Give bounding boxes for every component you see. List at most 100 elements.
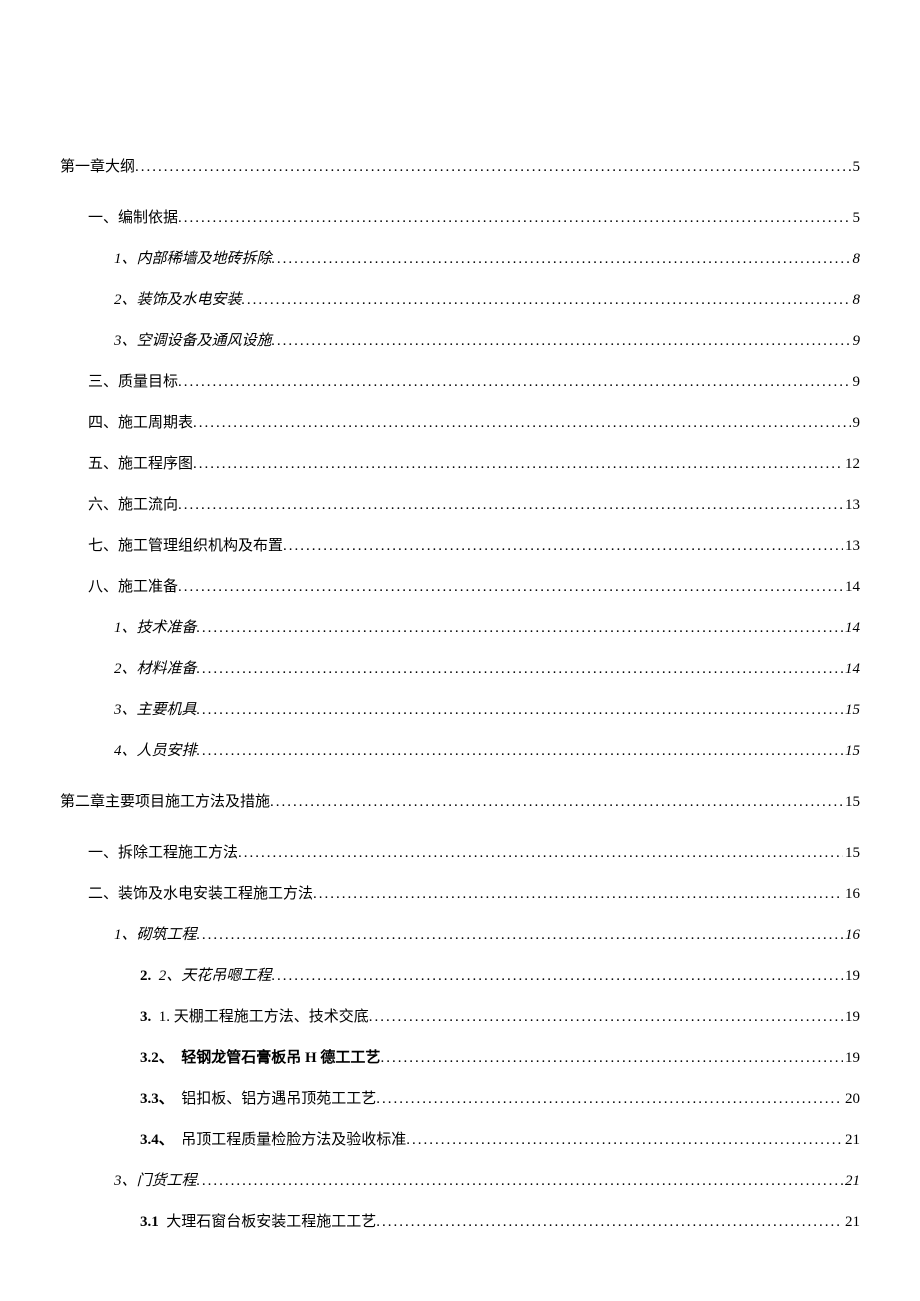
toc-entry: 2、装饰及水电安装8: [114, 293, 860, 308]
toc-dot-leader: [197, 1174, 843, 1189]
toc-entry-label: 二、装饰及水电安装工程施工方法: [88, 887, 313, 902]
toc-entry: 3.3、 铝扣板、铝方遇吊顶苑工工艺 20: [140, 1092, 860, 1107]
toc-entry-label: 第二章主要项目施工方法及措施: [60, 795, 270, 810]
toc-dot-leader: [283, 539, 843, 554]
toc-entry-page: 13: [843, 498, 860, 513]
toc-entry-text: 吊顶工程质量检脸方法及验收标准: [181, 1132, 406, 1148]
toc-entry: 四、施工周期表9: [88, 416, 860, 431]
toc-entry-page: 20: [843, 1092, 860, 1107]
toc-entry-label: 3、空调设备及通风设施: [114, 334, 272, 349]
toc-entry-label: 3、门货工程: [114, 1174, 197, 1189]
toc-entry: 五、施工程序图 12: [88, 457, 860, 472]
toc-dot-leader: [272, 252, 851, 267]
toc-dot-leader: [313, 887, 843, 902]
toc-dot-leader: [376, 1092, 843, 1107]
toc-entry-page: 21: [843, 1133, 860, 1148]
toc-entry-label: 3.1 大理石窗台板安装工程施工工艺: [140, 1215, 376, 1230]
toc-dot-leader: [178, 498, 843, 513]
toc-dot-leader: [197, 703, 843, 718]
toc-dot-leader: [242, 293, 851, 308]
toc-entry: 1、砌筑工程16: [114, 928, 860, 943]
toc-entry-number: 3.4、: [140, 1132, 174, 1148]
toc-entry: 1、内部稀墙及地砖拆除 8: [114, 252, 860, 267]
toc-entry-label: 2、材料准备: [114, 662, 197, 677]
toc-entry-page: 14: [843, 621, 860, 636]
toc-dot-leader: [197, 662, 843, 677]
toc-entry-number: 3.2、: [140, 1050, 174, 1066]
toc-entry-page: 19: [843, 969, 860, 984]
toc-entry-label: 3. 1. 天棚工程施工方法、技术交底: [140, 1010, 369, 1025]
toc-dot-leader: [178, 375, 850, 390]
toc-dot-leader: [178, 211, 850, 226]
toc-entry-number: 2.: [140, 968, 151, 984]
table-of-contents: 第一章大纲 5 一、编制依据 5 1、内部稀墙及地砖拆除 8 2、装饰及水电安装8 3、空调设…: [60, 160, 860, 1230]
toc-entry-label: 3.4、 吊顶工程质量检脸方法及验收标准: [140, 1133, 406, 1148]
toc-dot-leader: [406, 1133, 843, 1148]
toc-entry-page: 21: [843, 1174, 860, 1189]
toc-entry: 3、主要机具15: [114, 703, 860, 718]
toc-entry-page: 9: [851, 375, 861, 390]
toc-entry-text: 铝扣板、铝方遇吊顶苑工工艺: [181, 1091, 376, 1107]
toc-entry-label: 第一章大纲: [60, 160, 135, 175]
toc-entry-page: 14: [843, 580, 860, 595]
toc-entry: 3.2、 轻钢龙管石膏板吊 H 德工工艺 19: [140, 1051, 860, 1066]
toc-entry: 3、空调设备及通风设施9: [114, 334, 860, 349]
toc-entry-label: 3.3、 铝扣板、铝方遇吊顶苑工工艺: [140, 1092, 376, 1107]
toc-entry-label: 五、施工程序图: [88, 457, 193, 472]
toc-entry: 4、人员安排 15: [114, 744, 860, 759]
toc-entry: 第二章主要项目施工方法及措施 15: [60, 795, 860, 810]
toc-entry-label: 3.2、 轻钢龙管石膏板吊 H 德工工艺: [140, 1051, 380, 1066]
toc-dot-leader: [369, 1010, 843, 1025]
toc-entry-number: 3.: [140, 1009, 151, 1025]
toc-dot-leader: [197, 744, 843, 759]
toc-entry-page: 5: [851, 160, 861, 175]
toc-entry-label: 七、施工管理组织机构及布置: [88, 539, 283, 554]
toc-entry-page: 19: [843, 1010, 860, 1025]
toc-entry-label: 一、编制依据: [88, 211, 178, 226]
toc-entry-label: 2. 2、天花吊嗯工程: [140, 969, 271, 984]
toc-entry-page: 5: [851, 211, 861, 226]
toc-entry-label: 1、内部稀墙及地砖拆除: [114, 252, 272, 267]
toc-entry: 三、质量目标9: [88, 375, 860, 390]
toc-entry: 二、装饰及水电安装工程施工方法 16: [88, 887, 860, 902]
toc-entry-page: 21: [843, 1215, 860, 1230]
toc-entry: 一、拆除工程施工方法15: [88, 846, 860, 861]
toc-entry-page: 14: [843, 662, 860, 677]
toc-entry-page: 19: [843, 1051, 860, 1066]
toc-entry: 1、技术准备14: [114, 621, 860, 636]
toc-entry: 七、施工管理组织机构及布置 13: [88, 539, 860, 554]
toc-entry-label: 3、主要机具: [114, 703, 197, 718]
toc-entry-label: 六、施工流向: [88, 498, 178, 513]
toc-entry: 2. 2、天花吊嗯工程 19: [140, 969, 860, 984]
toc-entry: 六、施工流向 13: [88, 498, 860, 513]
toc-entry-page: 13: [843, 539, 860, 554]
toc-entry-label: 八、施工准备: [88, 580, 178, 595]
toc-entry-label: 2、装饰及水电安装: [114, 293, 242, 308]
toc-entry-page: 15: [843, 795, 860, 810]
toc-entry-page: 16: [843, 887, 860, 902]
toc-dot-leader: [238, 846, 843, 861]
toc-entry-label: 4、人员安排: [114, 744, 197, 759]
toc-entry-page: 8: [851, 252, 861, 267]
toc-entry-page: 9: [851, 416, 861, 431]
document-page: 第一章大纲 5 一、编制依据 5 1、内部稀墙及地砖拆除 8 2、装饰及水电安装8 3、空调设…: [0, 0, 920, 1301]
toc-entry-page: 12: [843, 457, 860, 472]
toc-entry: 八、施工准备 14: [88, 580, 860, 595]
toc-entry-number: 3.1: [140, 1214, 159, 1230]
toc-entry: 第一章大纲 5: [60, 160, 860, 175]
toc-entry-label: 1、砌筑工程: [114, 928, 197, 943]
toc-dot-leader: [178, 580, 843, 595]
toc-entry-text: 大理石窗台板安装工程施工工艺: [166, 1214, 376, 1230]
toc-entry-page: 15: [843, 744, 860, 759]
toc-entry-label: 一、拆除工程施工方法: [88, 846, 238, 861]
toc-dot-leader: [376, 1215, 843, 1230]
toc-dot-leader: [380, 1051, 843, 1066]
toc-entry: 3、门货工程 21: [114, 1174, 860, 1189]
toc-dot-leader: [270, 795, 843, 810]
toc-dot-leader: [135, 160, 850, 175]
toc-entry-number: 3.3、: [140, 1091, 174, 1107]
toc-entry: 3. 1. 天棚工程施工方法、技术交底 19: [140, 1010, 860, 1025]
toc-dot-leader: [193, 416, 850, 431]
toc-dot-leader: [197, 928, 843, 943]
toc-entry: 2、材料准备 14: [114, 662, 860, 677]
